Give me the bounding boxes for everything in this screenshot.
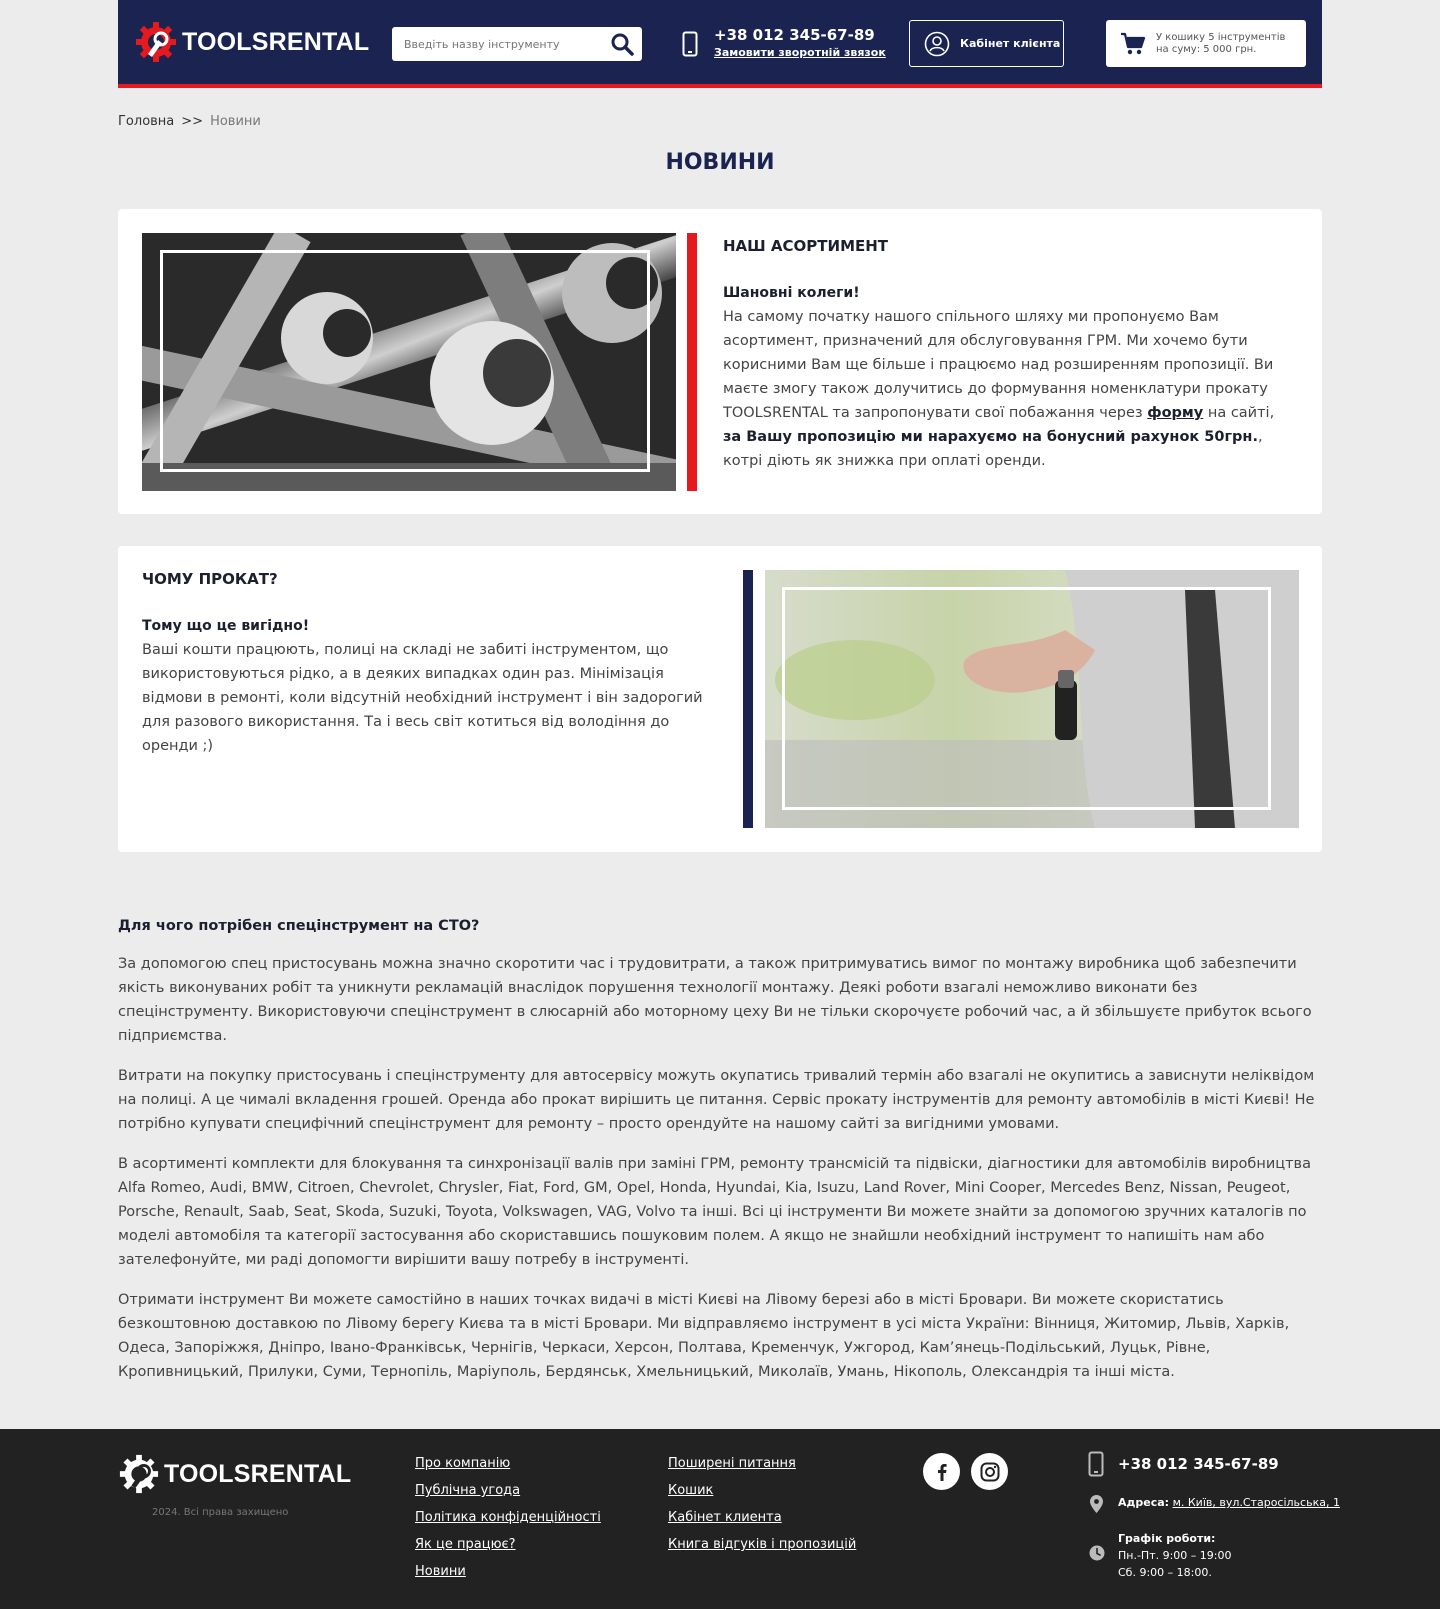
gear-wrench-logo-icon xyxy=(136,22,176,62)
card-text: На самому початку нашого спільного шляху… xyxy=(723,305,1293,473)
header-phone-number[interactable]: +38 012 345-67-89 xyxy=(714,26,875,44)
image-frame xyxy=(160,250,650,472)
footer-link-faq[interactable]: Поширені питання xyxy=(668,1455,856,1473)
cart-button[interactable]: У кошику 5 інструментів на суму: 5 000 г… xyxy=(1106,20,1306,67)
card-heading: НАШ АСОРТИМЕНТ xyxy=(723,237,889,255)
form-link[interactable]: форму xyxy=(1147,405,1203,421)
footer-link-news[interactable]: Новини xyxy=(415,1563,601,1581)
footer-link-reviews[interactable]: Книга відгуків і пропозицій xyxy=(668,1536,856,1554)
clock-icon xyxy=(1089,1545,1105,1561)
site-footer: TOOLSRENTAL 2024. Всі права захищено Про… xyxy=(0,1429,1440,1609)
mobile-phone-icon xyxy=(1088,1451,1104,1477)
footer-link-about[interactable]: Про компанію xyxy=(415,1455,601,1473)
facebook-icon xyxy=(937,1463,947,1481)
footer-links-col-2: Поширені питання Кошик Кабінет клиента К… xyxy=(668,1455,856,1554)
gear-wrench-logo-icon xyxy=(119,1454,159,1494)
footer-address: Адреса: м. Київ, вул.Старосільська, 1 xyxy=(1118,1496,1340,1509)
cabinet-label: Кабінет клієнта xyxy=(960,37,1061,50)
footer-link-how-it-works[interactable]: Як це працює? xyxy=(415,1536,601,1554)
search-input[interactable] xyxy=(392,27,592,61)
footer-schedule: Графік роботи: Пн.-Пт. 9:00 – 19:00 Сб. … xyxy=(1118,1530,1232,1581)
footer-logo[interactable]: TOOLSRENTAL xyxy=(118,1453,351,1495)
key-handover-image xyxy=(765,570,1299,828)
card-content: НАШ АСОРТИМЕНТ Шановні колеги! На самому… xyxy=(723,237,1293,473)
map-pin-icon xyxy=(1090,1495,1103,1513)
article-paragraph: Витрати на покупку пристосувань і спецін… xyxy=(118,1068,1315,1132)
footer-phone-number[interactable]: +38 012 345-67-89 xyxy=(1118,1455,1279,1473)
client-cabinet-button[interactable]: Кабінет клієнта xyxy=(909,20,1064,67)
site-header: TOOLSRENTAL +38 012 345-67-89 Замовити з… xyxy=(118,0,1322,88)
card-text-part: на сайті, xyxy=(1203,405,1275,421)
seo-article: Для чого потрібен спецінструмент на СТО?… xyxy=(118,918,1324,1400)
instagram-button[interactable] xyxy=(971,1453,1008,1490)
image-frame xyxy=(782,587,1271,810)
search-icon[interactable] xyxy=(610,32,634,56)
breadcrumb-separator: >> xyxy=(181,114,204,129)
callback-link[interactable]: Замовити зворотній звязок xyxy=(714,46,886,59)
accent-bar xyxy=(687,233,697,491)
search-bar xyxy=(392,27,642,61)
schedule-saturday: Сб. 9:00 – 18:00. xyxy=(1118,1566,1212,1579)
instagram-icon xyxy=(980,1462,999,1481)
card-content: ЧОМУ ПРОКАТ? Тому що це вигідно! Ваші ко… xyxy=(142,570,722,758)
breadcrumb: Головна >> Новини xyxy=(118,114,261,129)
facebook-button[interactable] xyxy=(923,1453,960,1490)
breadcrumb-home[interactable]: Головна xyxy=(118,114,174,129)
address-label: Адреса: xyxy=(1118,1496,1170,1509)
site-logo[interactable]: TOOLSRENTAL xyxy=(134,20,369,64)
card-heading: ЧОМУ ПРОКАТ? xyxy=(142,570,278,588)
schedule-weekdays: Пн.-Пт. 9:00 – 19:00 xyxy=(1118,1549,1232,1562)
bonus-text: за Вашу пропозицію ми нарахуємо на бонус… xyxy=(723,429,1258,445)
logo-text: TOOLSRENTAL xyxy=(182,27,370,56)
article-paragraph: В асортименті комплекти для блокування т… xyxy=(118,1156,1311,1268)
article-paragraph: За допомогою спец пристосувань можна зна… xyxy=(118,956,1312,1044)
schedule-label: Графік роботи: xyxy=(1118,1532,1216,1545)
breadcrumb-current: Новини xyxy=(210,114,261,129)
article-paragraph: Отримати інструмент Ви можете самостійно… xyxy=(118,1292,1290,1380)
page-title: НОВИНИ xyxy=(665,150,775,175)
copyright: 2024. Всі права захищено xyxy=(152,1507,289,1518)
footer-link-cart[interactable]: Кошик xyxy=(668,1482,856,1500)
wrenches-image xyxy=(142,233,676,491)
card-text: Ваші кошти працюють, полиці на складі не… xyxy=(142,642,703,754)
user-circle-icon xyxy=(924,31,950,56)
cart-summary: У кошику 5 інструментів на суму: 5 000 г… xyxy=(1156,31,1286,55)
footer-link-cabinet[interactable]: Кабінет клиента xyxy=(668,1509,856,1527)
mobile-phone-icon xyxy=(682,31,698,57)
address-link[interactable]: м. Київ, вул.Старосільська, 1 xyxy=(1173,1496,1340,1509)
article-heading: Для чого потрібен спецінструмент на СТО? xyxy=(118,918,480,934)
card-subheading: Тому що це вигідно! xyxy=(142,618,310,634)
footer-link-public-offer[interactable]: Публічна угода xyxy=(415,1482,601,1500)
card-subheading: Шановні колеги! xyxy=(723,285,860,301)
footer-logo-text: TOOLSRENTAL xyxy=(164,1459,352,1488)
news-card-assortment: НАШ АСОРТИМЕНТ Шановні колеги! На самому… xyxy=(118,209,1322,514)
footer-links-col-1: Про компанію Публічна угода Політика кон… xyxy=(415,1455,601,1581)
news-card-why-rent: ЧОМУ ПРОКАТ? Тому що це вигідно! Ваші ко… xyxy=(118,546,1322,852)
footer-link-privacy[interactable]: Політика конфіденційності xyxy=(415,1509,601,1527)
cart-icon xyxy=(1121,32,1146,54)
accent-bar xyxy=(743,570,753,828)
